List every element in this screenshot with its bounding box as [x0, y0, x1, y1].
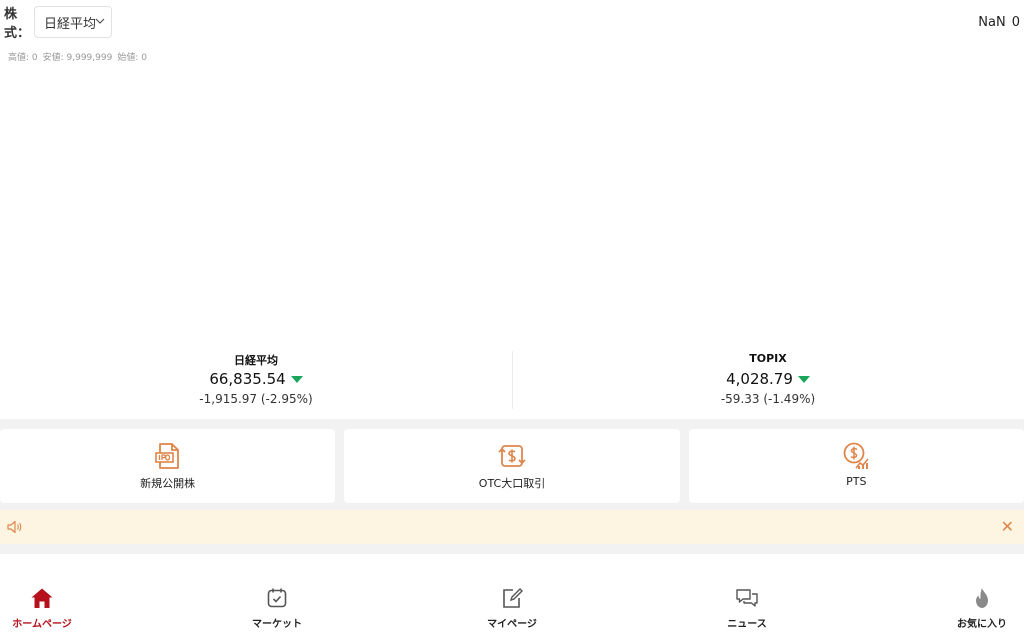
- nav-item-favorites[interactable]: お気に入り: [946, 586, 1018, 636]
- stock-label: 株式：: [4, 7, 31, 41]
- chevron-down-icon: [95, 18, 105, 24]
- nav-label: マイページ: [487, 619, 537, 630]
- nav-label: ホームページ: [12, 619, 72, 630]
- price-chart-area[interactable]: [0, 64, 1024, 344]
- edit-icon: [503, 588, 523, 608]
- chat-bubbles-icon: [736, 589, 758, 607]
- flame-icon: [976, 588, 988, 608]
- tile-otc[interactable]: OTC大口取引: [344, 429, 680, 503]
- price-readout-value: NaN: [978, 15, 1006, 30]
- index-change: -59.33 (-1.49%): [720, 392, 816, 406]
- nav-item-market[interactable]: マーケット: [241, 586, 313, 636]
- speaker-icon: [7, 520, 22, 534]
- open-price: 始値: 0: [117, 53, 147, 63]
- tile-label: OTC大口取引: [478, 477, 546, 490]
- index-value: 66,835.54: [209, 370, 286, 388]
- nav-item-mypage[interactable]: マイページ: [476, 586, 548, 636]
- tile-pts[interactable]: PTS: [688, 429, 1024, 503]
- dollar-chart-icon: [843, 442, 869, 469]
- dollar-exchange-icon: [498, 445, 526, 467]
- index-card-topix[interactable]: TOPIX 4,028.79 -59.33 (-1.49%): [512, 345, 1024, 415]
- section-divider: [0, 544, 1024, 554]
- index-value: 4,028.79: [726, 370, 793, 388]
- nav-label: お気に入り: [957, 619, 1007, 630]
- index-value-row: 4,028.79: [512, 369, 1024, 389]
- price-readout-count: 0: [1011, 15, 1020, 30]
- down-arrow-icon: [797, 375, 810, 383]
- index-summary: 日経平均 66,835.54 -1,915.97 (-2.95%) TOPIX …: [0, 345, 1024, 415]
- index-select[interactable]: 日経平均: [34, 6, 112, 38]
- low-price: 安値: 9,999,999: [42, 53, 113, 63]
- index-select-value: 日経平均: [44, 16, 97, 32]
- close-icon[interactable]: ✕: [1001, 519, 1014, 535]
- nav-label: ニュース: [727, 619, 767, 630]
- tile-label: PTS: [846, 475, 867, 488]
- index-value-row: 66,835.54: [0, 369, 512, 389]
- bottom-navigation: ホームページ マーケット マイページ ニュース お気に入り: [0, 586, 1024, 636]
- tile-ipo[interactable]: 新規公開株: [0, 429, 336, 503]
- index-name: TOPIX: [749, 352, 787, 365]
- quick-links: 新規公開株 OTC大口取引 PTS: [0, 429, 1024, 503]
- index-card-nikkei[interactable]: 日経平均 66,835.54 -1,915.97 (-2.95%): [0, 345, 512, 415]
- index-change: -1,915.97 (-2.95%): [199, 392, 313, 406]
- tile-label: 新規公開株: [140, 477, 196, 490]
- price-readout: NaN 0: [978, 15, 1020, 30]
- index-name: 日経平均: [234, 354, 278, 367]
- nav-label: マーケット: [252, 619, 302, 630]
- high-price: 高値: 0: [8, 53, 38, 63]
- home-icon: [31, 588, 53, 608]
- down-arrow-icon: [290, 375, 303, 383]
- nav-item-news[interactable]: ニュース: [711, 586, 783, 636]
- calendar-check-icon: [267, 588, 287, 608]
- nav-item-home[interactable]: ホームページ: [6, 586, 78, 636]
- notice-bar: ✕: [0, 510, 1024, 544]
- ipo-document-icon: [154, 443, 179, 469]
- price-range-info: 高値: 0 安値: 9,999,999 始値: 0: [8, 50, 147, 63]
